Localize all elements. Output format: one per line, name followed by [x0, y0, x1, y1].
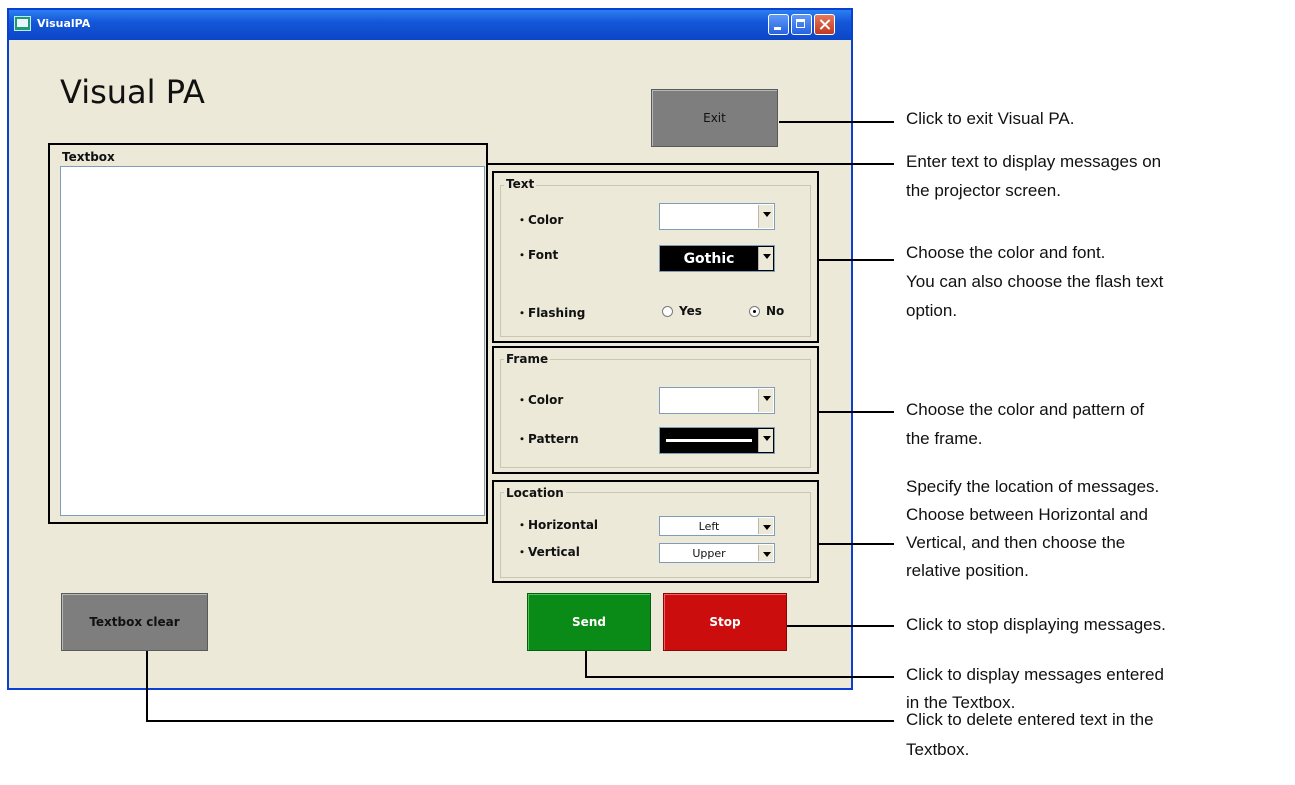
- text-font-dropdown[interactable]: Gothic: [659, 245, 775, 272]
- location-callout-line: [819, 543, 894, 545]
- text-callout-line: [819, 259, 894, 261]
- horizontal-dropdown[interactable]: Left: [659, 516, 775, 536]
- horizontal-label: ・Horizontal: [516, 518, 599, 532]
- exit-callout-line: [779, 121, 894, 123]
- frame-pattern-dropdown[interactable]: [659, 427, 775, 454]
- text-font-label: ・Font: [516, 248, 559, 262]
- text-font-value: Gothic: [683, 250, 735, 267]
- chevron-down-icon: [758, 545, 773, 561]
- location-note-2: Choose between Horizontal and: [906, 505, 1148, 524]
- vertical-label: ・Vertical: [516, 545, 580, 559]
- text-group-title: Text: [504, 177, 537, 191]
- frame-color-label: ・Color: [516, 393, 564, 407]
- stop-note: Click to stop displaying messages.: [906, 615, 1166, 634]
- send-button[interactable]: Send: [527, 593, 651, 651]
- vertical-dropdown[interactable]: Upper: [659, 543, 775, 563]
- window-title: VisualPA: [37, 17, 91, 30]
- textbox-label: Textbox: [62, 150, 115, 164]
- minimize-button[interactable]: [768, 14, 789, 35]
- textbox-clear-button[interactable]: Textbox clear: [61, 593, 208, 651]
- chevron-down-icon: [758, 429, 773, 452]
- location-note-3: Vertical, and then choose the: [906, 533, 1126, 552]
- location-note-4: relative position.: [906, 561, 1029, 580]
- textbox-callout-line: [488, 163, 894, 165]
- chevron-down-icon: [758, 389, 773, 412]
- send-note-1: Click to display messages entered: [906, 665, 1164, 684]
- stop-button[interactable]: Stop: [663, 593, 787, 651]
- send-callout-line-v: [585, 651, 587, 677]
- frame-color-value: [660, 388, 758, 413]
- vertical-value: Upper: [692, 546, 726, 560]
- text-color-label: ・Color: [516, 213, 564, 227]
- frame-note-1: Choose the color and pattern of: [906, 400, 1145, 419]
- send-callout-line-h: [585, 676, 894, 678]
- exit-note: Click to exit Visual PA.: [906, 109, 1075, 128]
- text-note-3: option.: [906, 301, 958, 320]
- flashing-yes-label: Yes: [679, 304, 702, 318]
- flashing-no-label: No: [766, 304, 785, 318]
- text-note-1: Choose the color and font.: [906, 243, 1106, 262]
- textbox-note-1: Enter text to display messages on: [906, 152, 1162, 171]
- stop-callout-line: [787, 625, 894, 627]
- text-color-dropdown[interactable]: [659, 203, 775, 230]
- text-note-2: You can also choose the flash text: [906, 272, 1164, 291]
- flashing-no-radio[interactable]: [749, 306, 760, 317]
- close-button[interactable]: [814, 14, 835, 35]
- horizontal-value: Left: [698, 519, 720, 533]
- clear-callout-line-v: [146, 651, 148, 722]
- solid-line-pattern-icon: [666, 439, 752, 442]
- frame-pattern-label: ・Pattern: [516, 432, 579, 446]
- maximize-button[interactable]: [791, 14, 812, 35]
- chevron-down-icon: [758, 247, 773, 270]
- chevron-down-icon: [758, 205, 773, 228]
- frame-group-title: Frame: [504, 352, 551, 366]
- clear-note-2: Textbox.: [906, 740, 970, 759]
- frame-color-dropdown[interactable]: [659, 387, 775, 414]
- clear-callout-line-h: [146, 720, 894, 722]
- location-note-1: Specify the location of messages.: [906, 477, 1160, 496]
- text-color-value: [660, 204, 758, 229]
- textbox-note-2: the projector screen.: [906, 181, 1061, 200]
- location-group-title: Location: [504, 486, 566, 500]
- frame-callout-line: [819, 411, 894, 413]
- app-icon: [14, 16, 31, 31]
- frame-note-2: the frame.: [906, 429, 983, 448]
- exit-button[interactable]: Exit: [651, 89, 778, 147]
- chevron-down-icon: [758, 518, 773, 534]
- clear-note-1: Click to delete entered text in the: [906, 710, 1154, 729]
- flashing-yes-radio[interactable]: [662, 306, 673, 317]
- message-textbox[interactable]: [60, 166, 485, 516]
- text-flashing-label: ・Flashing: [516, 306, 586, 320]
- title-bar[interactable]: VisualPA: [9, 10, 851, 40]
- page-title: Visual PA: [60, 73, 205, 111]
